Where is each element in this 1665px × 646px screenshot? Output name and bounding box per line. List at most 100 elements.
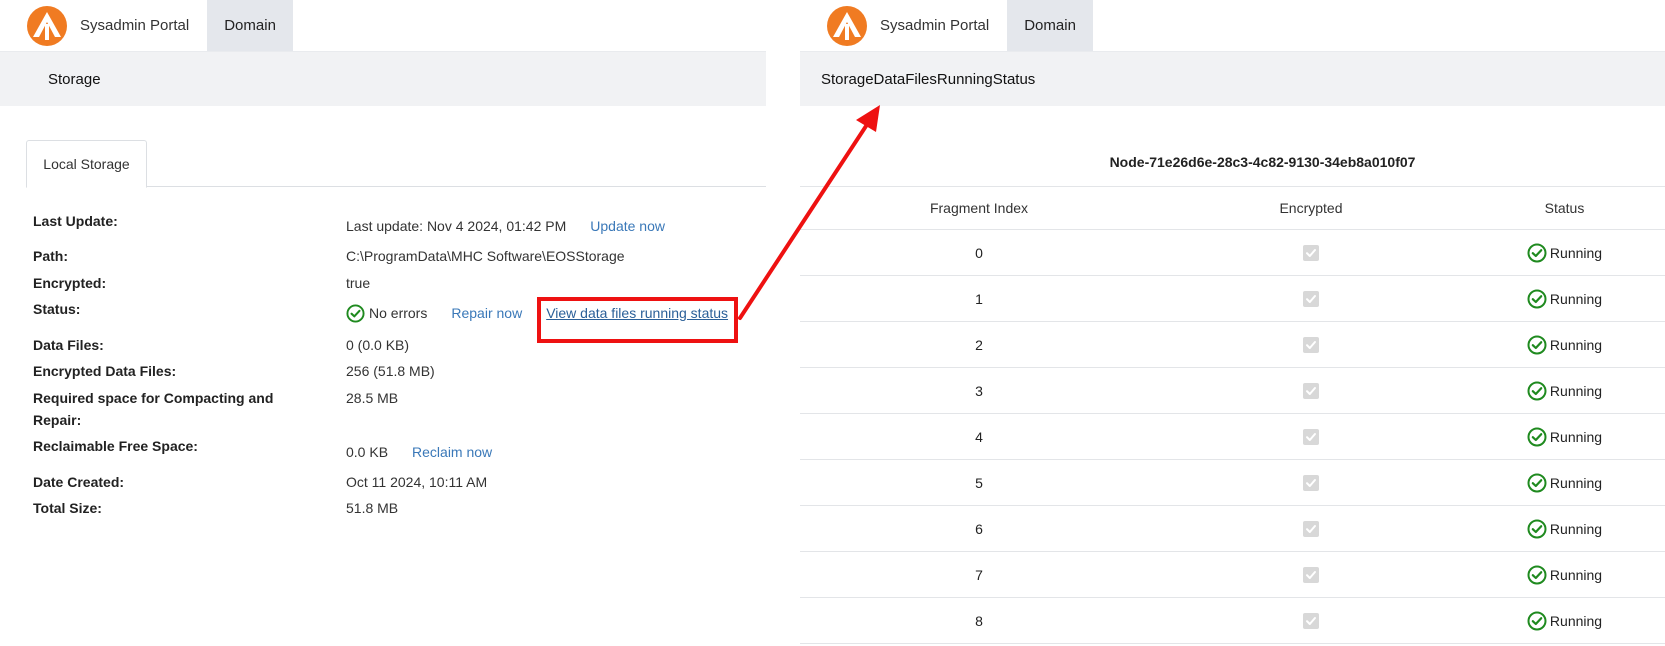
encrypted-cell [1158, 612, 1464, 629]
checked-checkbox-icon [1303, 244, 1319, 261]
fragment-index: 2 [975, 336, 983, 353]
status-cell: Running [1464, 243, 1665, 263]
path-label: Path: [33, 248, 68, 264]
highlight-box [537, 297, 738, 343]
encrypted-cell [1158, 244, 1464, 261]
fragment-index: 6 [975, 520, 983, 537]
last-update-label: Last Update: [33, 213, 118, 229]
reclaim-now-link[interactable]: Reclaim now [412, 441, 492, 463]
status-cell: Running [1464, 611, 1665, 631]
checked-checkbox-icon [1303, 290, 1319, 307]
table-row: 5 Running [800, 460, 1665, 506]
check-circle-icon [1527, 519, 1547, 538]
table-row: 2 Running [800, 322, 1665, 368]
reclaimable-value-group: 0.0 KB Reclaim now [346, 441, 492, 463]
path-value: C:\ProgramData\MHC Software\EOSStorage [346, 248, 625, 264]
status-label: Status: [33, 301, 81, 317]
status-text: Running [1549, 474, 1603, 491]
check-circle-icon [1527, 243, 1547, 262]
table-row: 6 Running [800, 506, 1665, 552]
brand[interactable]: Sysadmin Portal [0, 0, 207, 51]
encrypted-data-files-value: 256 (51.8 MB) [346, 363, 435, 379]
status-text: Running [1549, 336, 1603, 353]
last-update-value: Last update: Nov 4 2024, 01:42 PM [346, 218, 567, 234]
data-files-value: 0 (0.0 KB) [346, 337, 410, 353]
status-cell: Running [1464, 381, 1665, 401]
status-cell: Running [1464, 519, 1665, 539]
status-cell: Running [1464, 335, 1665, 355]
encrypted-label: Encrypted: [33, 275, 107, 291]
checked-checkbox-icon [1303, 520, 1319, 537]
top-navbar: Sysadmin Portal Domain [0, 0, 766, 52]
storage-page: Sysadmin Portal Domain Storage Local Sto… [0, 0, 766, 646]
node-title: Node-71e26d6e-28c3-4c82-9130-34eb8a010f0… [1109, 154, 1416, 170]
data-files-label: Data Files: [33, 337, 104, 353]
table-row: 1 Running [800, 276, 1665, 322]
breadcrumb: StorageDataFilesRunningStatus [800, 52, 1665, 106]
status-cell: Running [1464, 289, 1665, 309]
column-header-fragment-index[interactable]: Fragment Index [800, 200, 1158, 216]
table-header: Fragment Index Encrypted Status [800, 187, 1665, 230]
encrypted-cell [1158, 336, 1464, 353]
brand-name: Sysadmin Portal [880, 17, 990, 34]
check-circle-icon [1527, 611, 1547, 630]
date-created-value: Oct 11 2024, 10:11 AM [346, 474, 488, 490]
status-text: Running [1549, 566, 1603, 583]
encrypted-cell [1158, 566, 1464, 583]
checked-checkbox-icon [1303, 428, 1319, 445]
reclaimable-value: 0.0 KB [346, 444, 389, 460]
fragment-index: 1 [975, 290, 983, 307]
update-now-link[interactable]: Update now [590, 215, 665, 237]
orange-arrow-logo-icon [827, 5, 867, 46]
table-row: 0 Running [800, 230, 1665, 276]
fragment-index: 3 [975, 382, 983, 399]
encrypted-cell [1158, 428, 1464, 445]
encrypted-data-files-label: Encrypted Data Files: [33, 363, 177, 379]
encrypted-value: true [346, 275, 371, 291]
repair-now-link[interactable]: Repair now [451, 302, 522, 324]
fragment-index: 5 [975, 474, 983, 491]
status-cell: Running [1464, 427, 1665, 447]
checked-checkbox-icon [1303, 474, 1319, 491]
fragments-table: Fragment Index Encrypted Status 0 Running… [800, 186, 1665, 644]
orange-arrow-logo-icon [27, 5, 67, 46]
total-size-label: Total Size: [33, 500, 102, 516]
last-update-value-group: Last update: Nov 4 2024, 01:42 PM Update… [346, 215, 665, 237]
status-cell: Running [1464, 473, 1665, 493]
encrypted-cell [1158, 520, 1464, 537]
status-text: Running [1549, 428, 1603, 445]
fragment-index: 4 [975, 428, 983, 445]
check-circle-icon [1527, 565, 1547, 584]
breadcrumb: Storage [0, 52, 766, 106]
nav-tab-domain[interactable]: Domain [1007, 0, 1093, 51]
check-circle-icon [1527, 381, 1547, 400]
status-text: Running [1549, 520, 1603, 537]
checked-checkbox-icon [1303, 336, 1319, 353]
brand[interactable]: Sysadmin Portal [800, 0, 1007, 51]
status-value: No errors [369, 305, 428, 321]
nav-tab-domain[interactable]: Domain [207, 0, 293, 51]
reclaimable-label: Reclaimable Free Space: [33, 438, 198, 454]
fragment-index: 0 [975, 244, 983, 261]
check-circle-icon [346, 303, 365, 323]
column-header-status[interactable]: Status [1464, 200, 1665, 216]
status-text: Running [1549, 290, 1603, 307]
check-circle-icon [1527, 427, 1547, 446]
encrypted-cell [1158, 474, 1464, 491]
check-circle-icon [1527, 473, 1547, 492]
status-text: Running [1549, 382, 1603, 399]
tab-local-storage[interactable]: Local Storage [26, 140, 147, 188]
encrypted-cell [1158, 290, 1464, 307]
table-row: 4 Running [800, 414, 1665, 460]
brand-name: Sysadmin Portal [80, 17, 190, 34]
date-created-label: Date Created: [33, 474, 125, 490]
column-header-encrypted[interactable]: Encrypted [1158, 200, 1464, 216]
storage-tabs: Local Storage [26, 140, 766, 188]
check-circle-icon [1527, 289, 1547, 308]
required-space-value: 28.5 MB [346, 390, 399, 406]
checked-checkbox-icon [1303, 612, 1319, 629]
table-body: 0 Running 1 Running 2 Running 3 Running 4 Running… [800, 230, 1665, 644]
table-row: 7 Running [800, 552, 1665, 598]
top-navbar: Sysadmin Portal Domain [800, 0, 1665, 52]
check-circle-icon [1527, 335, 1547, 354]
